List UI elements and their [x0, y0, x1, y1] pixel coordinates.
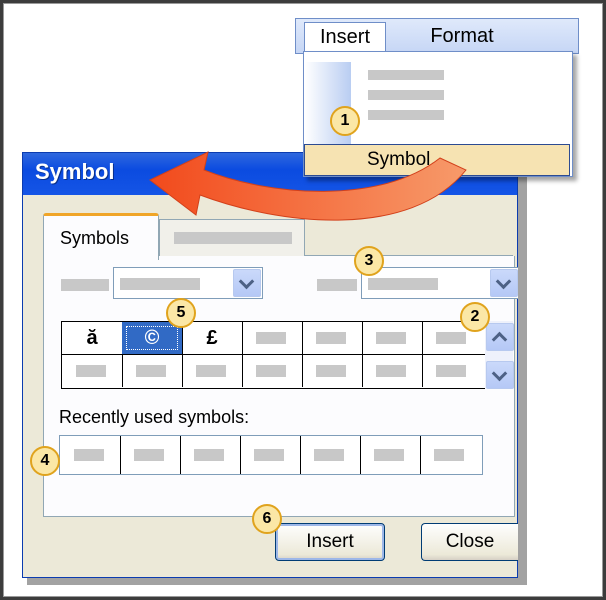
symbol-cell-label: ă	[86, 327, 98, 349]
font-label-placeholder	[61, 279, 109, 291]
callout-5: 5	[166, 298, 196, 328]
chevron-down-icon	[238, 273, 255, 290]
menu-format[interactable]: Format	[422, 22, 502, 50]
recently-used-symbols	[59, 435, 483, 475]
callout-3: 3	[354, 246, 384, 276]
symbol-cell[interactable]	[302, 322, 363, 355]
callout-2: 2	[460, 302, 490, 332]
close-button[interactable]: Close	[421, 523, 518, 561]
recent-symbol-cell[interactable]	[60, 436, 121, 474]
menu-item-symbol[interactable]: Symbol...	[304, 144, 570, 176]
chevron-down-icon	[495, 273, 512, 290]
symbol-cell[interactable]	[242, 355, 303, 387]
scroll-up-button[interactable]	[486, 323, 514, 351]
symbol-cell[interactable]	[62, 355, 123, 387]
callout-6: 6	[252, 504, 282, 534]
dialog-title: Symbol	[35, 159, 115, 184]
font-value-placeholder	[120, 278, 200, 290]
symbol-cell-label: £	[206, 327, 218, 349]
symbol-cell-selected[interactable]: ©	[122, 322, 183, 355]
subset-value-placeholder	[368, 278, 438, 290]
menu-insert[interactable]: Insert	[304, 22, 386, 51]
subset-combobox[interactable]	[361, 267, 518, 299]
tab-placeholder-text	[174, 232, 292, 244]
subset-label-placeholder	[317, 279, 357, 291]
menu-bar: Insert Format	[295, 18, 579, 54]
symbol-cell[interactable]: £	[182, 322, 243, 355]
callout-4: 4	[30, 446, 60, 476]
font-combobox[interactable]	[113, 267, 263, 299]
recent-symbol-cell[interactable]	[420, 436, 480, 474]
menu-item-placeholder[interactable]	[368, 90, 444, 100]
symbol-grid: ă © £	[61, 321, 501, 389]
recently-used-label: Recently used symbols:	[59, 407, 250, 427]
recent-symbol-cell[interactable]	[300, 436, 361, 474]
font-dropdown-button[interactable]	[233, 269, 261, 297]
insert-button[interactable]: Insert	[275, 523, 385, 561]
menu-item-symbol-label: Symbol...	[367, 149, 447, 170]
chevron-down-icon	[491, 365, 508, 382]
tab-symbols-label: Symbols	[60, 228, 130, 248]
symbol-cell[interactable]	[362, 355, 423, 387]
symbol-cell[interactable]: ă	[62, 322, 123, 355]
callout-1: 1	[330, 106, 360, 136]
chevron-up-icon	[491, 331, 508, 348]
symbol-cell[interactable]	[182, 355, 243, 387]
recent-symbol-cell[interactable]	[180, 436, 241, 474]
recent-symbol-cell[interactable]	[360, 436, 421, 474]
recent-symbol-cell[interactable]	[240, 436, 301, 474]
symbol-cell[interactable]	[362, 322, 423, 355]
insert-menu: Insert Format Symbol...	[295, 18, 579, 184]
symbol-cell[interactable]	[242, 322, 303, 355]
tab-special-characters[interactable]	[159, 219, 305, 256]
recent-symbol-cell[interactable]	[120, 436, 181, 474]
symbol-cell[interactable]	[122, 355, 183, 387]
tab-symbols[interactable]: Symbols	[43, 213, 159, 260]
symbol-grid-scrollbar[interactable]	[485, 321, 514, 389]
menu-item-placeholder[interactable]	[368, 110, 444, 120]
scroll-down-button[interactable]	[486, 361, 514, 389]
symbol-cell[interactable]	[422, 355, 486, 387]
menu-item-placeholder[interactable]	[368, 70, 444, 80]
subset-dropdown-button[interactable]	[490, 269, 518, 297]
symbol-cell[interactable]	[302, 355, 363, 387]
